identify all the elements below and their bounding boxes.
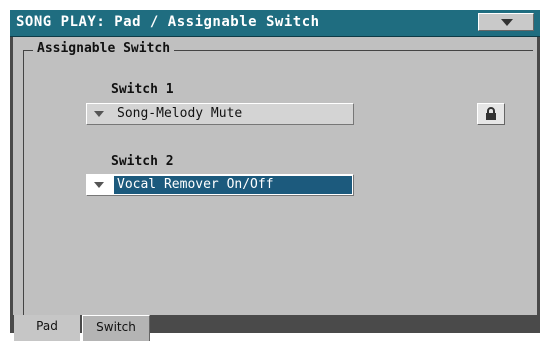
section-label: Assignable Switch xyxy=(33,41,175,56)
page-title: SONG PLAY: Pad / Assignable Switch xyxy=(16,14,320,30)
page-menu-button[interactable] xyxy=(478,13,534,31)
dropdown-arrow-icon[interactable] xyxy=(87,175,111,195)
tab-bar: Pad Switch xyxy=(10,315,540,341)
tab-pad[interactable]: Pad xyxy=(14,315,80,341)
switch-2-label: Switch 2 xyxy=(111,154,174,169)
switch-1-dropdown[interactable]: Song-Melody Mute xyxy=(86,103,354,125)
lock-icon xyxy=(486,107,496,120)
switch-2-dropdown[interactable]: Vocal Remover On/Off xyxy=(86,174,354,196)
dropdown-arrow-icon[interactable] xyxy=(87,104,111,124)
main-panel: Assignable Switch Switch 1 Song-Melody M… xyxy=(13,37,537,320)
tab-switch-label: Switch xyxy=(96,320,136,334)
display-screen: SONG PLAY: Pad / Assignable Switch Assig… xyxy=(10,10,540,341)
tab-switch[interactable]: Switch xyxy=(82,315,150,341)
switch-2-value: Vocal Remover On/Off xyxy=(114,176,352,194)
switch-1-label: Switch 1 xyxy=(111,82,174,97)
switch-1-value: Song-Melody Mute xyxy=(117,106,243,121)
tab-pad-label: Pad xyxy=(36,319,58,333)
dropdown-triangle-icon xyxy=(501,19,513,26)
lock-button[interactable] xyxy=(477,103,505,125)
title-bar: SONG PLAY: Pad / Assignable Switch xyxy=(10,10,540,37)
